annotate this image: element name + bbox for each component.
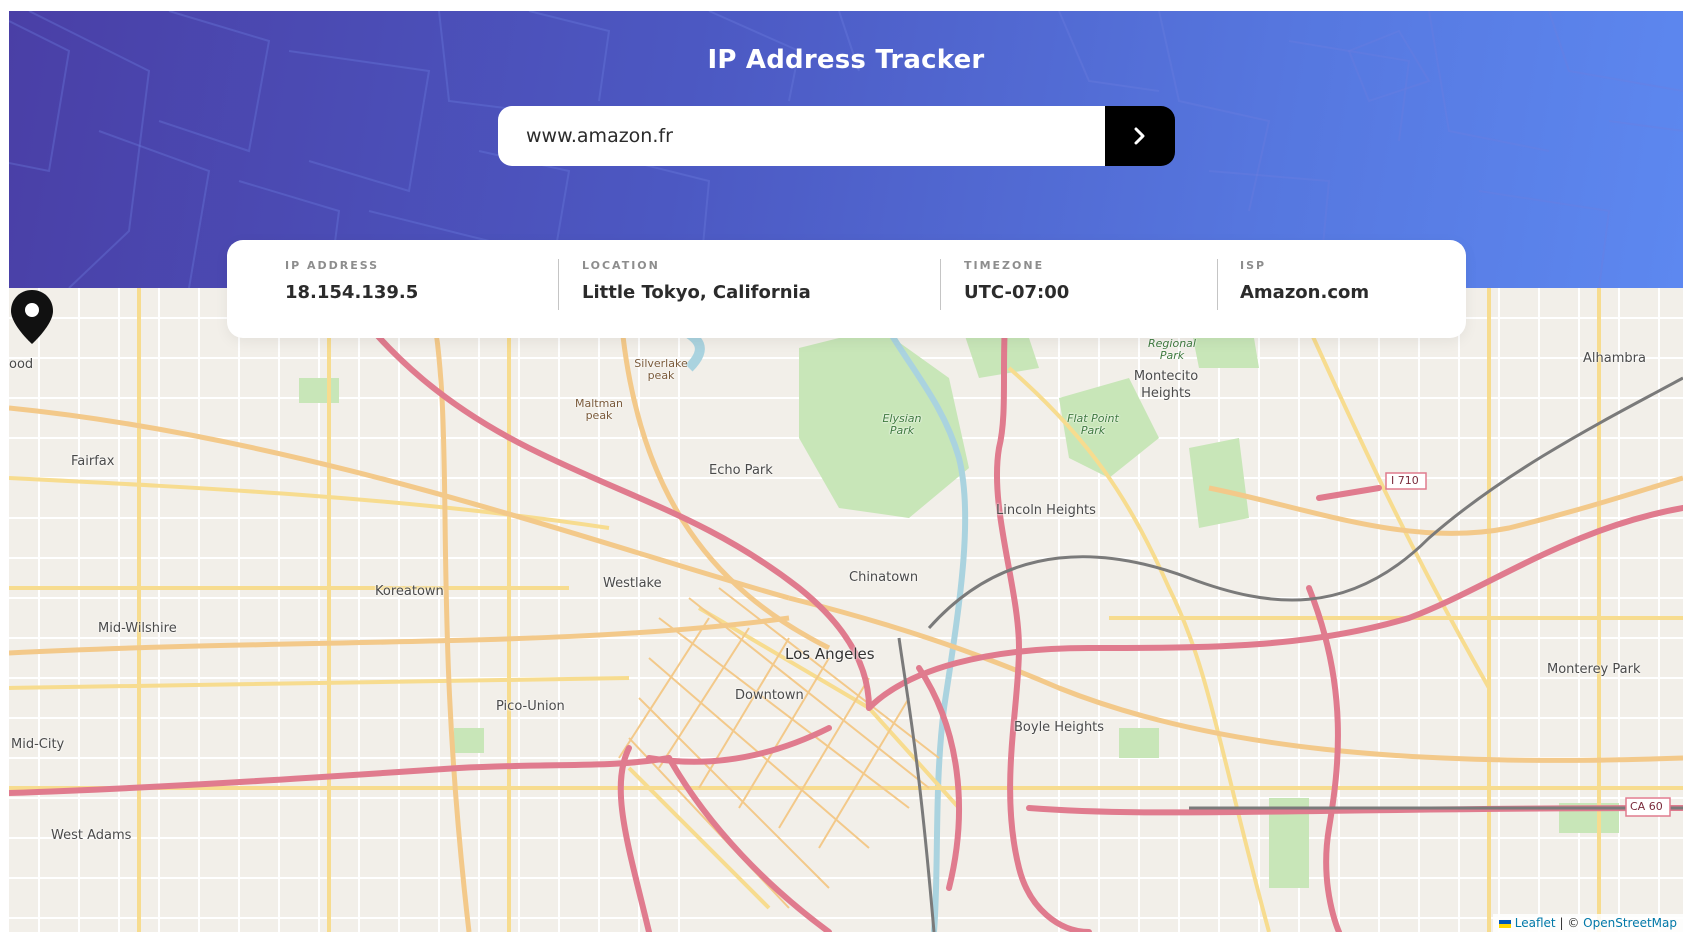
- map-label-boyle-heights: Boyle Heights: [1014, 720, 1105, 735]
- map-label-mid-city: Mid-City: [11, 737, 65, 752]
- map-label-lincoln-heights: Lincoln Heights: [996, 503, 1096, 518]
- map-label-montecito-heights: Montecito Heights: [1133, 369, 1199, 401]
- map-label-alhambra: Alhambra: [1583, 351, 1646, 366]
- map-label-silverlake-peak: Silverlake peak: [634, 357, 688, 382]
- map-label-echo-park: Echo Park: [709, 463, 773, 478]
- map-attribution: Leaflet | © OpenStreetMap: [1492, 914, 1683, 932]
- map-label-maltman-peak: Maltman peak: [574, 397, 624, 422]
- chevron-right-icon: [1134, 127, 1145, 145]
- search-bar: [498, 106, 1175, 166]
- map-label-monterey-park: Monterey Park: [1547, 662, 1641, 677]
- search-input[interactable]: [498, 106, 1105, 166]
- search-submit-button[interactable]: [1105, 106, 1175, 166]
- map-label-koreatown: Koreatown: [375, 584, 444, 599]
- timezone-label: TIMEZONE: [964, 259, 1045, 272]
- location-pin-icon[interactable]: [9, 288, 55, 346]
- divider: [940, 259, 941, 310]
- map-label-i710: I 710: [1391, 474, 1419, 487]
- attribution-separator: | ©: [1559, 916, 1580, 930]
- ukraine-flag-icon: [1498, 919, 1511, 928]
- isp-value: Amazon.com: [1240, 282, 1370, 303]
- divider: [1217, 259, 1218, 310]
- location-label: LOCATION: [582, 259, 660, 272]
- map-label-westlake: Westlake: [603, 576, 662, 591]
- map-label-mid-wilshire: Mid-Wilshire: [98, 621, 177, 636]
- app-frame: IP Address Tracker IP ADDRESS 18.154.139…: [9, 11, 1683, 932]
- openstreetmap-link[interactable]: OpenStreetMap: [1583, 916, 1677, 930]
- divider: [558, 259, 559, 310]
- map-label-pico-union: Pico-Union: [496, 699, 565, 714]
- leaflet-link[interactable]: Leaflet: [1515, 916, 1556, 930]
- map[interactable]: ood Fairfax Mid-Wilshire Koreatown Mid-C…: [9, 288, 1683, 932]
- isp-label: ISP: [1240, 259, 1267, 272]
- map-label-fairfax: Fairfax: [71, 454, 115, 469]
- timezone-value: UTC-07:00: [964, 282, 1070, 303]
- location-value: Little Tokyo, California: [582, 282, 811, 303]
- map-label-chinatown: Chinatown: [849, 570, 919, 585]
- map-label-flat-point-park: Flat Point Park: [1067, 412, 1119, 437]
- ip-address-label: IP ADDRESS: [285, 259, 380, 272]
- map-label-elysian-park: Elysian Park: [882, 412, 922, 437]
- map-label-los-angeles: Los Angeles: [785, 645, 875, 663]
- ip-info-card: IP ADDRESS 18.154.139.5 LOCATION Little …: [227, 240, 1466, 338]
- map-label-west-adams: West Adams: [51, 828, 132, 843]
- map-label-hollywood: ood: [9, 357, 34, 372]
- page-title: IP Address Tracker: [707, 45, 985, 75]
- map-tiles[interactable]: [9, 288, 1683, 932]
- ip-address-value: 18.154.139.5: [285, 282, 419, 303]
- map-label-ca60: CA 60: [1630, 800, 1663, 813]
- map-label-downtown: Downtown: [735, 688, 804, 703]
